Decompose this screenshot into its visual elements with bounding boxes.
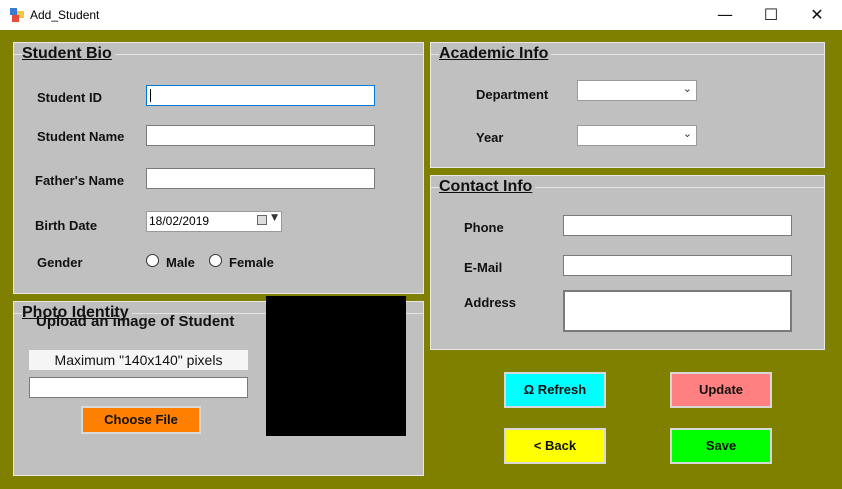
close-button[interactable]: ✕ [794, 0, 840, 30]
photo-preview [266, 296, 406, 436]
app-icon [10, 8, 24, 22]
gender-female-radio[interactable] [209, 254, 222, 267]
student-name-input[interactable] [146, 125, 375, 146]
window-title: Add_Student [30, 8, 100, 22]
chevron-down-icon: ⌄ [682, 82, 692, 95]
address-label: Address [464, 295, 517, 310]
student-name-label: Student Name [37, 129, 125, 144]
file-path-input[interactable] [29, 377, 248, 398]
gender-male-radio[interactable] [146, 254, 159, 267]
birth-date-value: 18/02/2019 [149, 214, 210, 228]
fathers-name-label: Father's Name [35, 173, 125, 188]
title-bar: Add_Student — ☐ ✕ [0, 0, 842, 30]
student-bio-title: Student Bio [22, 45, 115, 63]
student-id-input[interactable] [146, 85, 375, 106]
academic-info-title: Academic Info [439, 45, 552, 63]
save-button[interactable]: Save [670, 428, 772, 464]
academic-info-group: Academic Info [430, 42, 825, 168]
student-id-label: Student ID [37, 90, 102, 105]
phone-label: Phone [464, 220, 504, 235]
email-input[interactable] [563, 255, 792, 276]
year-select[interactable]: ⌄ [577, 125, 697, 146]
gender-male-label[interactable]: Male [166, 255, 195, 270]
year-label: Year [476, 130, 504, 145]
gender-female-label[interactable]: Female [229, 255, 274, 270]
birth-date-label: Birth Date [35, 218, 98, 233]
refresh-button[interactable]: Ω Refresh [504, 372, 606, 408]
max-size-label: Maximum "140x140" pixels [29, 350, 248, 370]
upload-instruction: Upload an image of Student [36, 313, 235, 330]
department-select[interactable]: ⌄ [577, 80, 697, 101]
back-button[interactable]: < Back [504, 428, 606, 464]
fathers-name-input[interactable] [146, 168, 375, 189]
birth-date-picker[interactable]: 18/02/2019 ▼ [146, 211, 282, 232]
update-button[interactable]: Update [670, 372, 772, 408]
chevron-down-icon: ⌄ [682, 127, 692, 140]
dropdown-arrow-icon: ▼ [271, 213, 278, 223]
gender-label: Gender [37, 255, 83, 270]
address-textarea[interactable] [563, 290, 792, 332]
email-label: E-Mail [464, 260, 503, 275]
calendar-icon [257, 215, 267, 225]
contact-info-title: Contact Info [439, 178, 536, 196]
maximize-button[interactable]: ☐ [748, 0, 794, 30]
department-label: Department [476, 87, 549, 102]
minimize-button[interactable]: — [702, 0, 748, 30]
phone-input[interactable] [563, 215, 792, 236]
choose-file-button[interactable]: Choose File [81, 406, 201, 434]
